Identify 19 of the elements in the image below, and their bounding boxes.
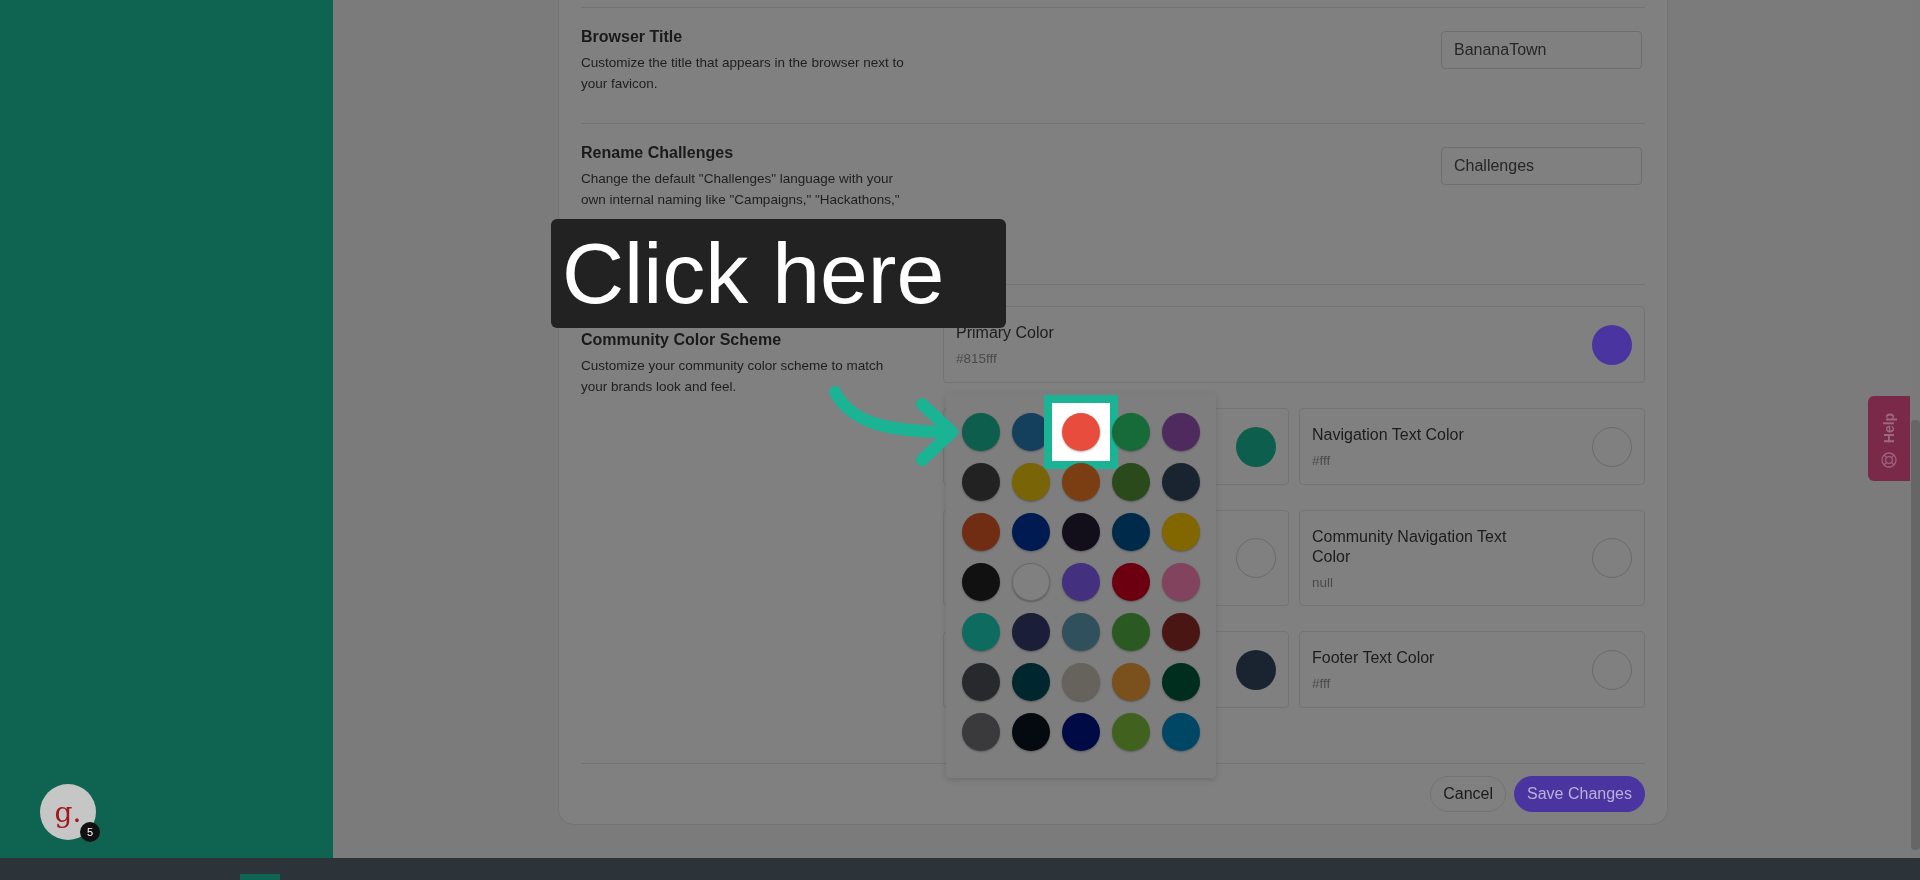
text-field[interactable]: BananaTown: [1441, 31, 1642, 69]
cancel-button[interactable]: Cancel: [1430, 776, 1507, 812]
color-swatch[interactable]: [1236, 426, 1276, 467]
setting-title: Browser Title: [581, 28, 684, 46]
setting-description: Change the default "Challenges" language with your own internal naming like "Campaigns," "Hackathons,": [581, 170, 901, 209]
color-swatch[interactable]: [1592, 324, 1632, 365]
color-label: Navigation Text Color: [1312, 425, 1465, 445]
color-label: Footer Text Color: [1312, 648, 1436, 668]
color-label: Community Navigation Text Color: [1312, 526, 1508, 567]
setting-description: Customize your community color scheme to match your brands look and feel.: [581, 357, 885, 396]
notification-badge: 5: [80, 822, 100, 842]
save-button[interactable]: Save Changes: [1514, 776, 1645, 812]
tutorial-callout: Click here: [551, 219, 1006, 328]
setting-description: Customize the title that appears in the browser next to your favicon.: [581, 54, 905, 93]
lifebuoy-icon: [1881, 451, 1897, 468]
setting-title: Rename Challenges: [581, 144, 735, 162]
color-swatch[interactable]: [1236, 649, 1276, 690]
setting-title: Community Color Scheme: [581, 331, 783, 349]
text-field[interactable]: Challenges: [1441, 147, 1642, 185]
